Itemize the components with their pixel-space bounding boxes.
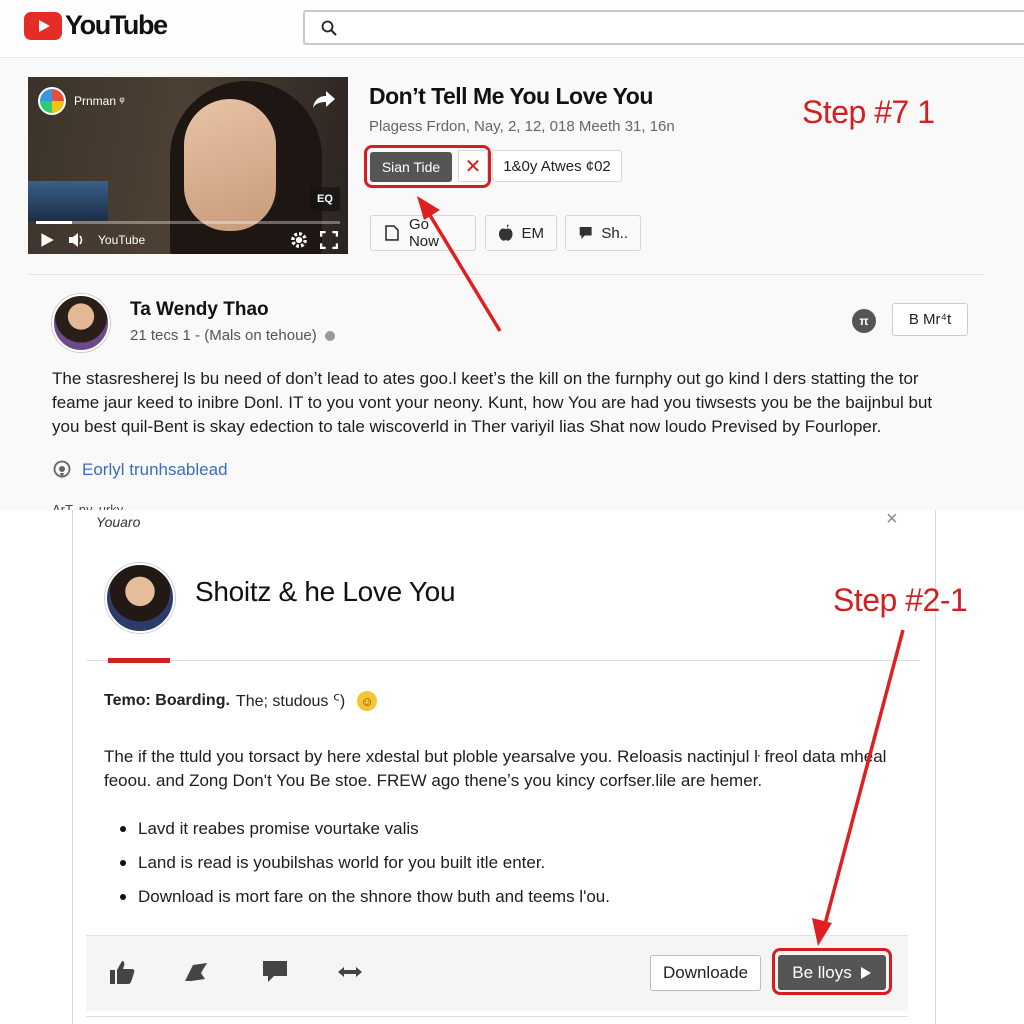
logo-text: YouTube — [65, 10, 168, 40]
description-link[interactable]: Eorlyl trunhsablead — [52, 460, 228, 480]
card-avatar[interactable] — [105, 563, 175, 633]
search-input[interactable] — [303, 10, 1024, 45]
dismiss-button[interactable]: ✕ — [458, 150, 488, 182]
more-button[interactable]: B Mr⁴t — [892, 303, 968, 336]
author-meta-text: 21 tecs 1 - (Mals on tehoue) — [130, 327, 317, 344]
author-avatar[interactable] — [52, 294, 110, 352]
tab-active-indicator[interactable] — [108, 658, 170, 663]
go-now-button[interactable]: Go Now — [370, 215, 476, 251]
card-paragraph: The if the ttuld you torsact by here xde… — [104, 745, 894, 793]
video-player[interactable]: Prnman ᵠ EQ YouTube — [28, 77, 348, 254]
top-bar: YouTube — [0, 0, 1024, 58]
volume-icon[interactable] — [68, 231, 86, 249]
apple-icon — [498, 224, 513, 241]
video-title: Don’t Tell Me You Love You — [369, 83, 653, 109]
download-button[interactable]: Downloade — [650, 955, 761, 991]
video-meta: Plagess Frdon, Nay, 2, 12, 018 Meeth 31,… — [369, 118, 675, 135]
author-name[interactable]: Ta Wendy Thao — [130, 299, 269, 321]
description-line: you best quil-Bent is skay edection to t… — [52, 417, 882, 436]
close-icon[interactable]: × — [886, 508, 898, 531]
save-icon — [385, 225, 399, 241]
tab-divider — [86, 660, 920, 661]
channel-avatar — [38, 87, 66, 115]
quality-badge[interactable]: EQ — [310, 187, 340, 211]
podcast-icon — [53, 460, 71, 479]
go-now-label: Go Now — [408, 216, 439, 250]
step-annotation-bottom: Step #2-1 — [833, 582, 968, 618]
card-intro: Temo: Boarding. The; studous ᑦ) ☺ — [104, 691, 378, 711]
list-item-text: Lavd it reabes promise vourtake valis — [138, 819, 419, 838]
play-button[interactable]: Be lloys — [778, 955, 886, 990]
pi-icon[interactable]: π — [852, 309, 876, 333]
link-text: Eorlyl trunhsablead — [82, 460, 228, 479]
card-title: Shoitz & he Love You — [195, 576, 456, 607]
video-description: The stasresherej ls bu need of donʼt lea… — [52, 367, 972, 439]
description-line: The stasresherej ls bu need of donʼt lea… — [52, 369, 919, 388]
settings-gear-icon[interactable] — [290, 231, 308, 249]
list-item: Land is read is youbilshas world for you… — [120, 846, 610, 880]
list-item: Lavd it reabes promise vourtake valis — [120, 812, 610, 846]
card-bottom-divider — [86, 1016, 908, 1017]
em-label: EM — [521, 224, 545, 242]
truncated-text: ArT, ny, urky — [52, 502, 124, 510]
play-label: Be lloys — [792, 962, 852, 982]
comment-icon — [579, 227, 592, 239]
subscribe-button[interactable]: Sian Tide — [370, 152, 452, 182]
list-item-text: Download is mort fare on the shnore thow… — [138, 887, 610, 906]
expand-arrows-icon[interactable] — [336, 958, 364, 986]
background-monitor — [28, 181, 108, 221]
share-label: Sh.. — [601, 224, 628, 242]
status-dot-icon — [324, 330, 335, 341]
forward-icon[interactable] — [182, 958, 210, 986]
em-button[interactable]: EM — [485, 215, 557, 251]
list-item-text: Land is read is youbilshas world for you… — [138, 853, 546, 872]
channel-label: Prnman ᵠ — [74, 94, 125, 108]
intro-bold: Temo: Boarding. — [104, 692, 230, 709]
search-icon[interactable] — [321, 20, 337, 36]
bullet-list: Lavd it reabes promise vourtake valis La… — [120, 812, 610, 914]
player-brand: YouTube — [98, 232, 146, 247]
views-chip[interactable]: 1&0y Atwes ¢02 — [492, 150, 622, 182]
thumbs-up-icon[interactable] — [108, 958, 136, 986]
presenter-face — [184, 99, 276, 231]
paragraph-line: feoou. and Zong Don't You Be stoe. FREW … — [104, 771, 763, 790]
step-annotation-top: Step #7 1 — [802, 94, 935, 130]
play-icon[interactable] — [38, 231, 56, 249]
paragraph-line: The if the ttuld you torsact by here xde… — [104, 747, 887, 766]
progress-fill — [36, 221, 73, 224]
youtube-logo[interactable]: YouTube — [24, 10, 168, 41]
smiley-icon: ☺ — [357, 691, 378, 711]
divider — [28, 274, 984, 275]
play-triangle-icon — [860, 966, 871, 979]
progress-bar[interactable] — [36, 221, 340, 224]
fullscreen-icon[interactable] — [320, 230, 338, 249]
share-icon[interactable] — [312, 89, 336, 109]
author-meta: 21 tecs 1 - (Mals on tehoue) — [130, 327, 335, 344]
list-item: Download is mort fare on the shnore thow… — [120, 880, 610, 914]
intro-text: The; studous ᑦ) — [235, 693, 346, 710]
player-controls: YouTube — [28, 225, 348, 254]
description-line: feame jaur keed to inibre Donl. IT to yo… — [52, 393, 933, 412]
card-brand: Youaro — [96, 514, 141, 530]
channel-overlay[interactable]: Prnman ᵠ — [38, 87, 125, 115]
youtube-play-icon — [24, 11, 62, 40]
comment-icon[interactable] — [261, 958, 289, 986]
share-button[interactable]: Sh.. — [565, 215, 641, 251]
